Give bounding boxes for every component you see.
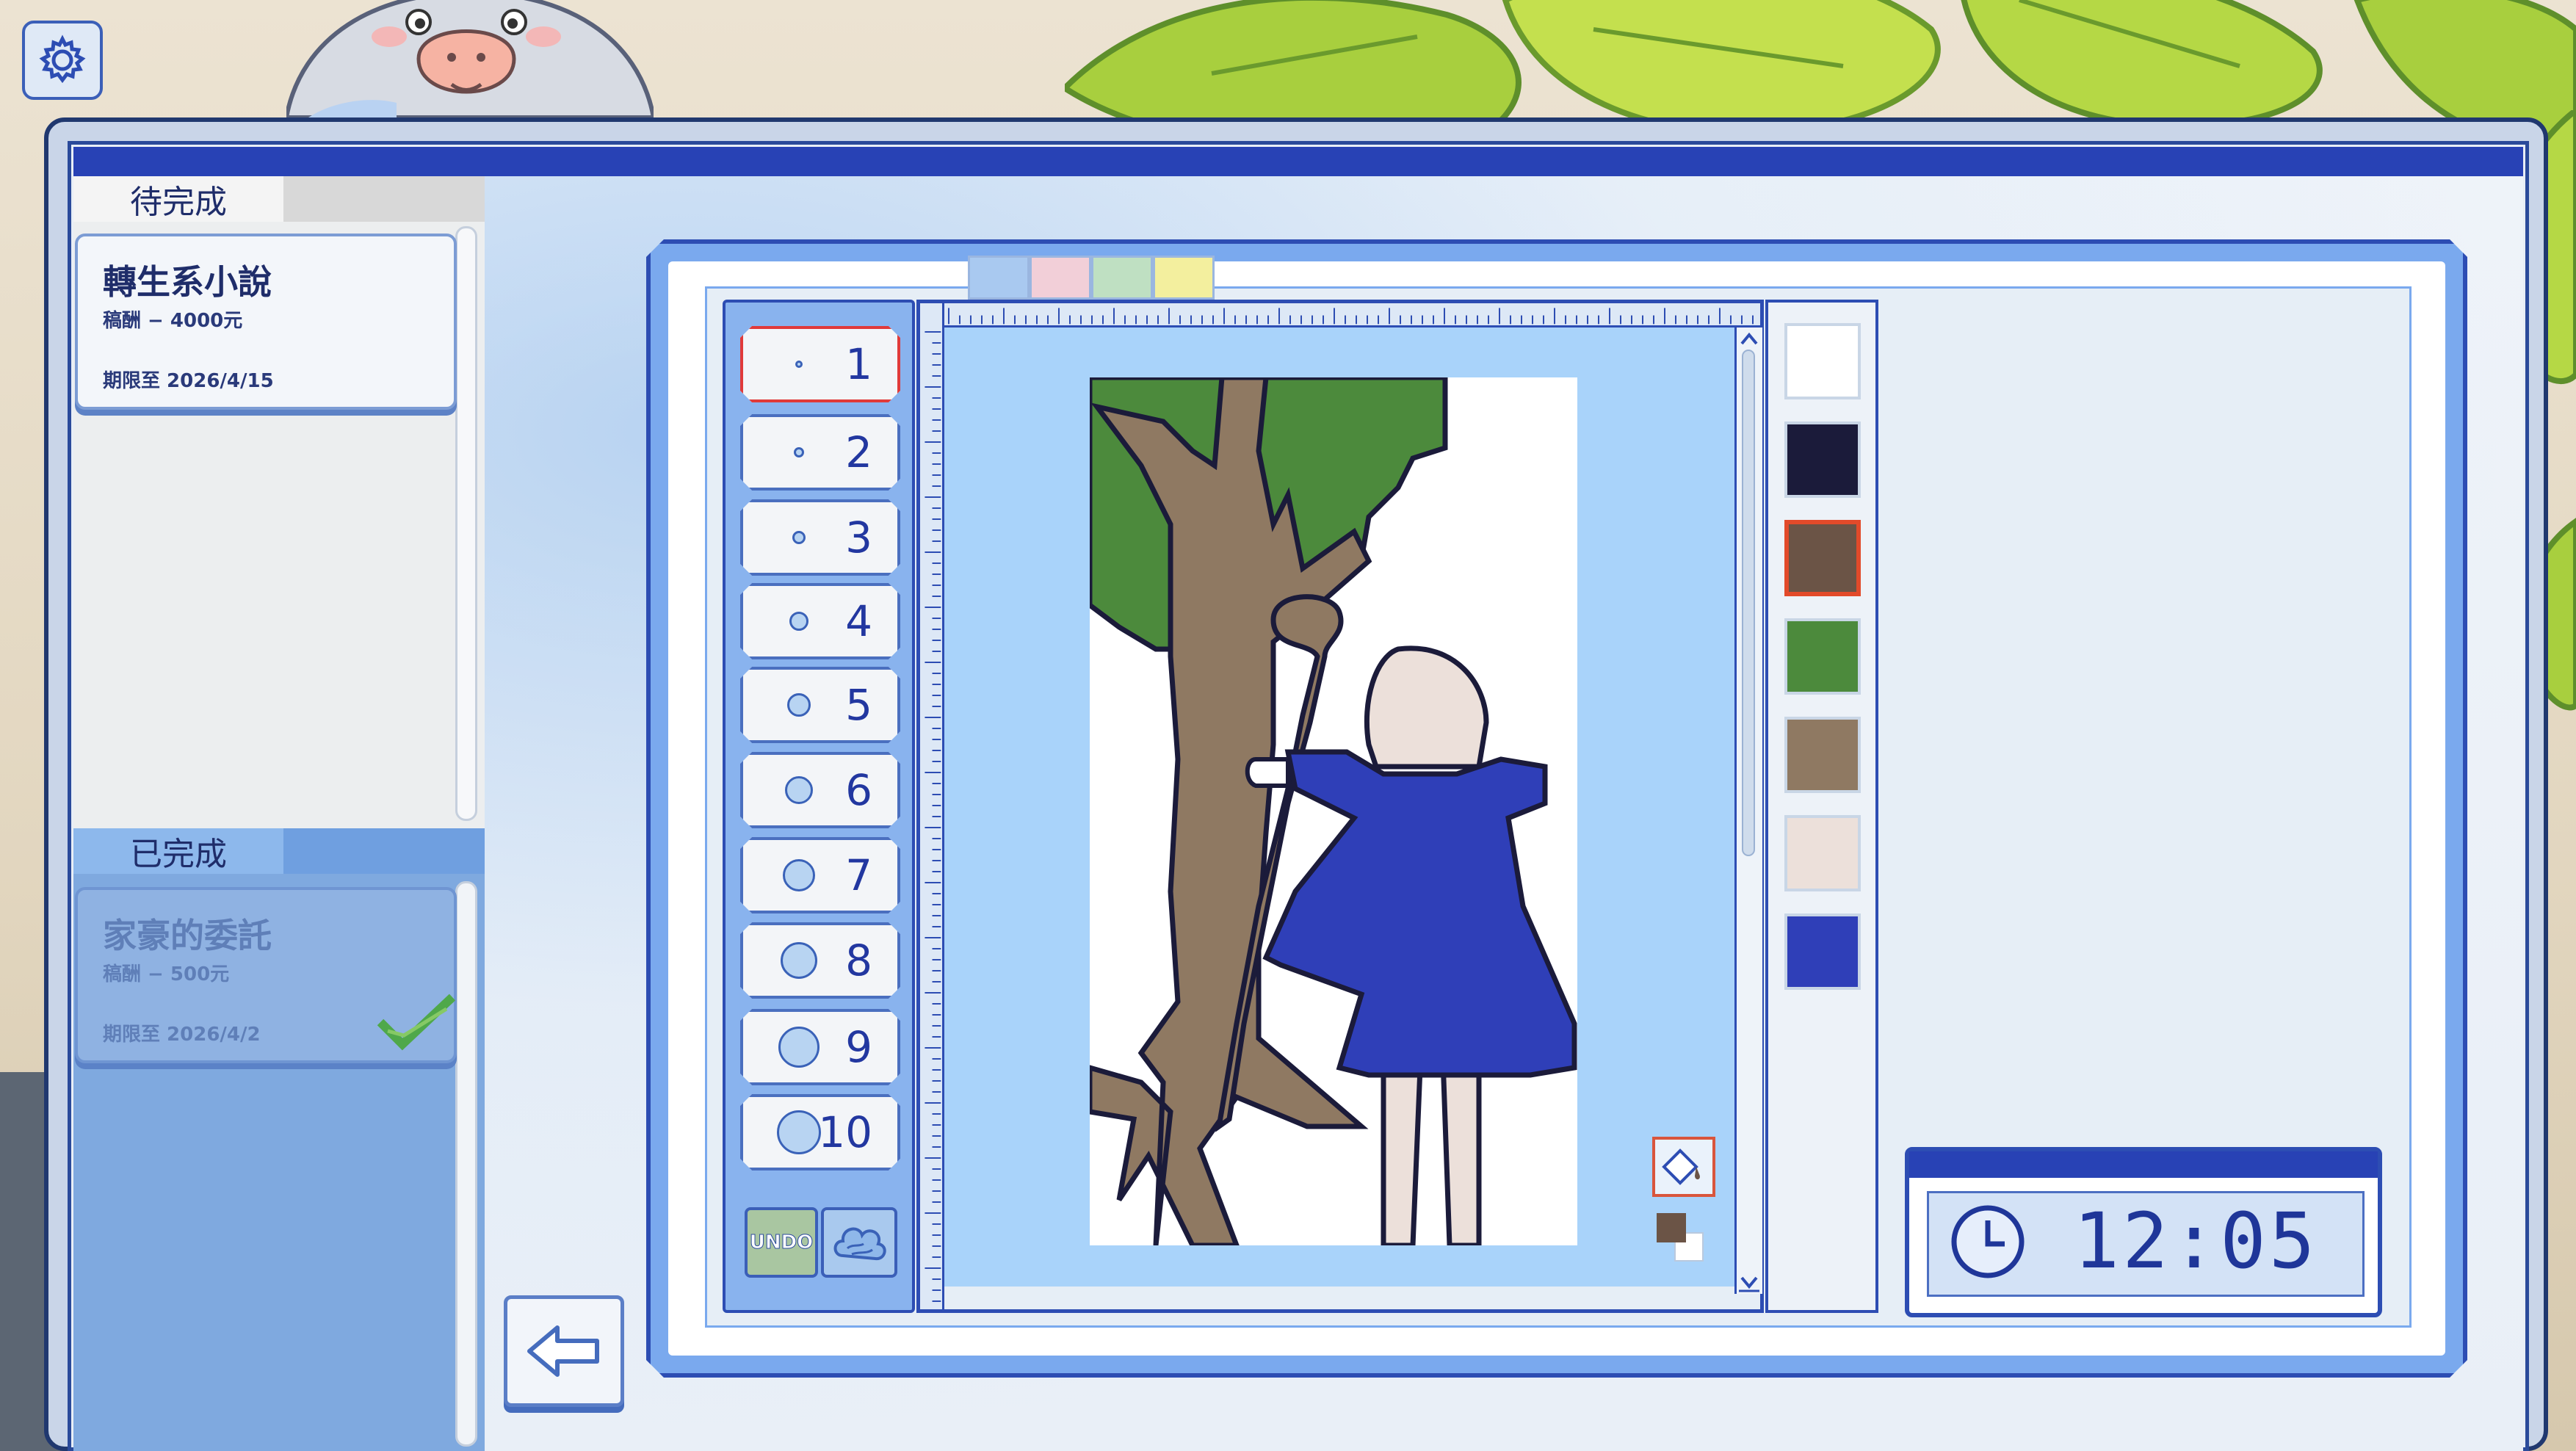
task-fee: 稿酬 − 4000元 [103,310,243,332]
canvas-color-tab-3[interactable] [1091,256,1153,300]
scrollbar-thumb[interactable] [1742,350,1755,856]
brush-size-dot-icon [795,361,803,368]
clock-title-bar [1909,1151,2378,1178]
palette-swatch-7[interactable] [1784,913,1861,990]
cloud-texture-icon [833,1227,886,1261]
task-title: 家豪的委託 [103,916,272,955]
brush-size-button-9[interactable]: 9 [740,1009,900,1085]
palette-swatch-1[interactable] [1784,323,1861,399]
task-due-date: 期限至 2026/4/15 [103,370,274,392]
settings-button[interactable] [22,21,103,100]
brush-size-dot-icon [781,942,817,979]
brush-size-dot-icon [778,1027,820,1068]
brush-size-label: 9 [845,1022,872,1072]
brush-size-button-3[interactable]: 3 [740,499,900,576]
canvas-color-tab-2[interactable] [1030,256,1091,300]
brush-size-label: 7 [845,850,872,900]
texture-button[interactable] [821,1207,897,1278]
brush-size-label: 3 [845,513,872,562]
brush-size-label: 2 [845,427,872,477]
brush-size-button-10[interactable]: 10 [740,1094,900,1170]
undo-button[interactable]: UNDO [745,1207,818,1278]
pending-list-scrollbar[interactable] [455,226,477,821]
brush-size-dot-icon [785,776,813,804]
palette-swatch-5[interactable] [1784,717,1861,793]
artwork-canvas[interactable] [1090,377,1577,1245]
gear-icon [39,35,86,84]
clock-icon [1951,1205,2025,1278]
arrow-left-icon [527,1325,599,1377]
mascot-bird [286,0,654,120]
brush-size-button-6[interactable]: 6 [740,752,900,828]
scroll-down-arrow-icon[interactable] [1736,1270,1762,1294]
task-fee: 稿酬 − 500元 [103,963,230,985]
brush-size-label: 10 [818,1107,872,1157]
brush-size-dot-icon [787,693,811,717]
brush-size-button-2[interactable]: 2 [740,414,900,491]
pending-tasks-header: 待完成 [73,176,485,222]
undo-label: UNDO [749,1231,814,1254]
brush-size-button-5[interactable]: 5 [740,667,900,743]
brush-size-button-1[interactable]: 1 [740,326,900,402]
brush-size-dot-icon [783,859,815,891]
pending-tab-label[interactable]: 待完成 [73,176,283,222]
brush-size-dot-icon [792,531,806,544]
brush-size-label: 8 [845,936,872,985]
brush-size-button-7[interactable]: 7 [740,837,900,913]
canvas-color-tab-4[interactable] [1153,256,1215,300]
palette-swatch-3[interactable] [1784,520,1861,596]
scroll-up-arrow-icon[interactable] [1736,328,1762,350]
brush-size-label: 4 [845,596,872,646]
brush-size-label: 5 [845,680,872,730]
completed-list-scrollbar[interactable] [455,881,477,1447]
brush-size-label: 6 [845,765,872,815]
pending-task-card[interactable]: 轉生系小說 稿酬 − 4000元 期限至 2026/4/15 [75,234,457,410]
task-due-date: 期限至 2026/4/2 [103,1024,261,1046]
check-icon [377,994,456,1051]
brush-size-label: 1 [845,339,872,389]
back-button[interactable] [504,1295,624,1407]
palette-swatch-6[interactable] [1784,815,1861,891]
completed-tasks-header: 已完成 [73,828,485,874]
brush-size-dot-icon [777,1110,821,1154]
task-title: 轉生系小說 [103,262,272,302]
paint-bucket-icon [1662,1148,1700,1185]
monitor-title-bar [73,147,2523,176]
canvas-color-tab-1[interactable] [968,256,1030,300]
completed-tab-label[interactable]: 已完成 [73,828,283,874]
brush-size-dot-icon [794,447,804,457]
palette-swatch-4[interactable] [1784,618,1861,695]
palette-swatch-2[interactable] [1784,421,1861,498]
brush-size-button-8[interactable]: 8 [740,922,900,999]
foreground-color-indicator[interactable] [1657,1213,1686,1242]
fill-tool-button[interactable] [1652,1137,1715,1197]
canvas-color-tabs [968,256,1218,300]
brush-size-button-4[interactable]: 4 [740,583,900,659]
brush-size-dot-icon [789,612,808,631]
clock-time: 12:05 [2073,1196,2318,1286]
